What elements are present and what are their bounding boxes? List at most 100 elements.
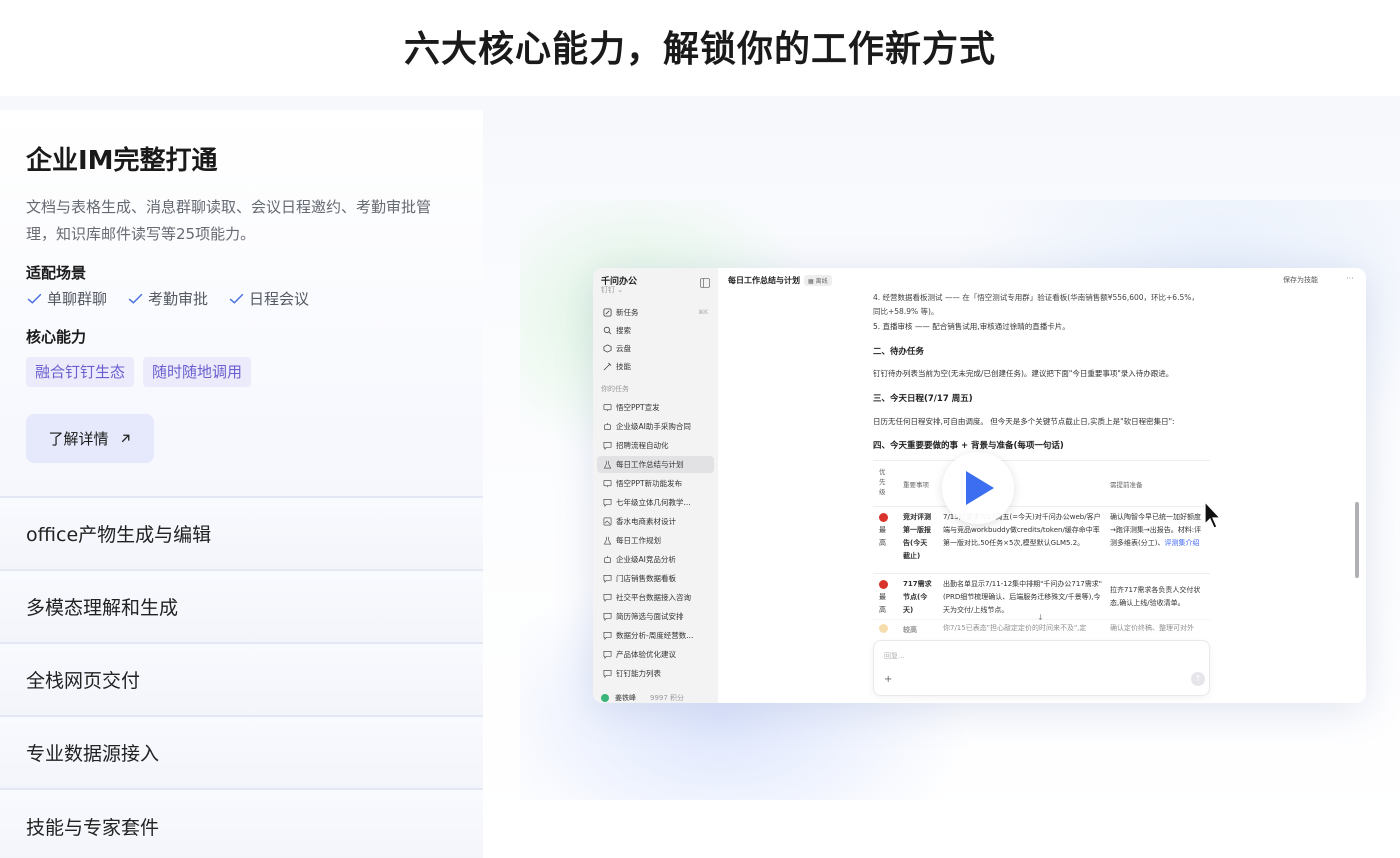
save-as-skill-button[interactable]: 保存为技能	[1283, 275, 1318, 285]
priority-label: 最高	[879, 593, 886, 614]
more-icon[interactable]: ···	[1346, 274, 1354, 283]
learn-more-label: 了解详情	[48, 430, 109, 448]
core-tag: 融合钉钉生态	[26, 357, 135, 387]
capability-panel: 企业IM完整打通 文档与表格生成、消息群聊读取、会议日程邀约、考勤审批管理，知识…	[0, 110, 483, 858]
task-item[interactable]: 门店销售数据看板	[597, 570, 714, 587]
task-label: 悟空PPT宣发	[616, 403, 660, 412]
task-item[interactable]: 社交平台数据接入咨询	[597, 589, 714, 606]
task-item[interactable]: 简历筛选与面试安排	[597, 608, 714, 625]
nav-skills[interactable]: 技能	[597, 358, 714, 375]
accordion-label: 全栈网页交付	[26, 670, 141, 692]
check-icon	[229, 293, 244, 304]
task-label: 数据分析-周度经营数...	[616, 631, 694, 640]
scene-label: 日程会议	[249, 290, 310, 308]
accordion-item-skills[interactable]: 技能与专家套件	[0, 790, 483, 858]
accordion-label: office产物生成与编辑	[26, 524, 212, 546]
prep-cell: 确认定价终稿、整理可对外	[1110, 624, 1194, 632]
content-paragraph: 日历无任何日程安排,可自由调度。 但今天是多个关键节点截止日,实质上是"软日程密…	[873, 417, 1175, 426]
priority-dot	[879, 580, 888, 589]
task-item-active[interactable]: 每日工作总结与计划	[597, 456, 714, 473]
accordion-item-datasource[interactable]: 专业数据源接入	[0, 717, 483, 790]
task-label: 企业级AI竞品分析	[616, 555, 676, 564]
column-header: 需提前准备	[1110, 481, 1143, 489]
image-icon	[603, 517, 612, 526]
column-header: 优先级	[879, 468, 886, 496]
flask-icon	[603, 536, 612, 545]
content-line: 同比+58.9% 等)。	[873, 307, 939, 316]
send-icon[interactable]: ↑	[1191, 672, 1205, 686]
sidebar-toggle-icon[interactable]	[700, 278, 710, 288]
task-label: 香水电商素材设计	[616, 517, 676, 526]
tasks-section-label: 你的任务	[601, 385, 629, 393]
accordion-item-office[interactable]: office产物生成与编辑	[0, 498, 483, 571]
page-title: 六大核心能力，解锁你的工作新方式	[403, 29, 996, 70]
reply-composer[interactable]: 回复... + ↑	[873, 640, 1210, 696]
table-row: 最高 竞对评测第一版报告(今天截止) 7/15起要求7/17周五(=今天)对千问…	[873, 506, 1210, 573]
section-heading: 二、待办任务	[873, 347, 925, 357]
chat-icon	[603, 631, 612, 640]
task-item[interactable]: 企业级AI助手采购合同	[597, 418, 714, 435]
app-window-preview: 千问办公 钉钉 ⌄ 新任务 ⌘K 搜索 云盘 技能 你的任务 悟空PPT宣发 企…	[593, 268, 1366, 703]
background-cell: 出勤名单显示7/11-12集中排期"千问办公717需求"(PRD细节梳理确认、后…	[943, 580, 1102, 614]
task-item[interactable]: 数据分析-周度经营数...	[597, 627, 714, 644]
scrollbar[interactable]	[1355, 502, 1359, 578]
accordion-item-multimodal[interactable]: 多模态理解和生成	[0, 571, 483, 644]
learn-more-button[interactable]: 了解详情	[26, 414, 154, 463]
task-item[interactable]: 每日工作规划	[597, 532, 714, 549]
core-tag-list: 融合钉钉生态 随时随地调用	[26, 357, 252, 387]
capability-description: 文档与表格生成、消息群聊读取、会议日程邀约、考勤审批管理，知识库邮件读写等25项…	[26, 198, 432, 243]
priority-cell: 最高	[879, 580, 891, 617]
task-item[interactable]: 招聘流程自动化	[597, 437, 714, 454]
task-label: 七年级立体几何教学...	[616, 498, 691, 507]
skill-icon	[603, 362, 612, 371]
scene-item: 日程会议	[228, 288, 309, 309]
task-label: 企业级AI助手采购合同	[616, 422, 691, 431]
task-item[interactable]: 悟空PPT宣发	[597, 399, 714, 416]
background-cell: 你7/15已表态"担心敲定定价的时间来不及",定	[943, 624, 1087, 632]
accordion-label: 多模态理解和生成	[26, 597, 179, 619]
workspace-switcher[interactable]: 钉钉 ⌄	[601, 285, 623, 295]
nav-cloud-drive[interactable]: 云盘	[597, 340, 714, 357]
task-label: 每日工作规划	[616, 536, 661, 545]
task-item[interactable]: 香水电商素材设计	[597, 513, 714, 530]
task-label: 悟空PPT新功能发布	[616, 479, 683, 488]
task-item[interactable]: 产品体验优化建议	[597, 646, 714, 663]
scene-list: 单聊群聊 考勤审批 日程会议	[26, 288, 309, 309]
scroll-down-icon[interactable]: ↓	[1037, 613, 1044, 622]
app-sidebar: 千问办公 钉钉 ⌄ 新任务 ⌘K 搜索 云盘 技能 你的任务 悟空PPT宣发 企…	[593, 268, 718, 703]
nav-new-task[interactable]: 新任务 ⌘K	[597, 304, 714, 321]
item-cell: 竞对评测第一版报告(今天截止)	[903, 513, 931, 560]
table-header: 优先级 重要事项 需提前准备	[873, 461, 1210, 506]
core-tag: 随时随地调用	[143, 357, 252, 387]
content-paragraph: 钉钉待办列表当前为空(无未完成/已创建任务)。建议把下面"今日重要事项"录入待办…	[873, 369, 1174, 378]
task-item[interactable]: 企业级AI竞品分析	[597, 551, 714, 568]
nav-search[interactable]: 搜索	[597, 322, 714, 339]
prep-cell: 拉齐717需求各负责人交付状态,确认上线/验收清单。	[1110, 586, 1201, 607]
check-icon	[128, 293, 143, 304]
arrow-up-right-icon	[121, 434, 129, 443]
check-icon	[27, 293, 42, 304]
flask-icon	[603, 460, 612, 469]
chat-icon	[603, 441, 612, 450]
nav-shortcut: ⌘K	[698, 309, 708, 316]
reply-input-placeholder[interactable]: 回复...	[884, 651, 905, 661]
play-video-button[interactable]	[942, 452, 1014, 524]
prep-cell: 确认陶智今早已统一加好额度→跑评测集→出报告。材料:评测多维表(分工)、评测集介…	[1110, 511, 1205, 550]
chat-icon	[603, 612, 612, 621]
doc-header: 每日工作总结与计划 ▦ 离线 保存为技能 ···	[718, 268, 1366, 292]
task-label: 钉钉能力列表	[616, 669, 661, 678]
task-label: 每日工作总结与计划	[616, 460, 684, 469]
task-item[interactable]: 钉钉能力列表	[597, 665, 714, 682]
avatar	[601, 694, 609, 702]
user-profile[interactable]: 姜铁峰 9997 积分	[601, 693, 684, 703]
task-label: 社交平台数据接入咨询	[616, 593, 691, 602]
task-item[interactable]: 悟空PPT新功能发布	[597, 475, 714, 492]
add-attachment-icon[interactable]: +	[884, 674, 892, 685]
item-cell: 较高	[903, 626, 917, 634]
priority-label: 最高	[879, 526, 886, 547]
accordion-item-webpage[interactable]: 全栈网页交付	[0, 644, 483, 717]
task-item[interactable]: 七年级立体几何教学...	[597, 494, 714, 511]
prep-link[interactable]: 评测集介绍	[1164, 539, 1199, 547]
scenes-label: 适配场景	[26, 264, 87, 282]
chat-icon	[603, 669, 612, 678]
